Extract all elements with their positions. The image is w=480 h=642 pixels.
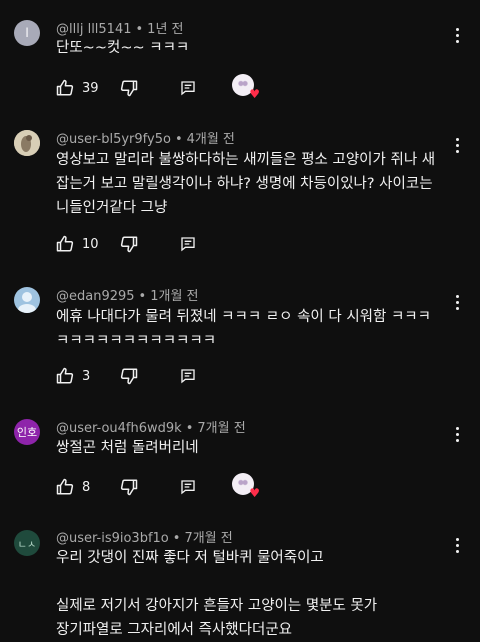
comment-time[interactable]: 7개월 전 [197,421,245,436]
reply-button[interactable] [180,364,196,388]
like-count: 10 [82,236,99,252]
comment-text: 쌍절곤 처럼 돌려버리네 [56,440,199,456]
avatar-image-icon [14,130,40,156]
reply-icon [181,480,195,495]
like-count: 8 [82,479,91,495]
reply-button[interactable] [180,232,196,256]
comment-meta: @user-is9io3bf1o • 7개월 전 [56,531,233,546]
dislike-button[interactable] [120,232,138,256]
comment-meta: @user-bl5yr9fy5o • 4개월 전 [56,132,235,147]
default-user-icon [18,292,36,313]
avatar-letter: l [25,26,29,40]
comment-author[interactable]: @user-is9io3bf1o [56,531,169,546]
like-button[interactable]: 8 [56,475,90,499]
thumbs-down-icon [120,236,138,253]
dislike-button[interactable] [120,364,138,388]
reply-icon [181,81,195,96]
comment-author[interactable]: @user-bl5yr9fy5o [56,132,171,147]
dislike-button[interactable] [120,475,138,499]
comment-meta: @user-ou4fh6wd9k • 7개월 전 [56,421,246,436]
creator-heart-icon: ♥ [232,473,260,499]
avatar[interactable]: 인호 [14,419,40,445]
thumbs-down-icon [120,80,138,97]
thumbs-up-icon [56,79,74,96]
comment-author[interactable]: @user-ou4fh6wd9k [56,421,182,436]
comment-actions: 3 [56,364,476,388]
comment-time[interactable]: 4개월 전 [187,132,235,147]
reply-icon [181,237,195,252]
like-count: 3 [82,368,91,384]
thumbs-up-icon [56,478,74,495]
avatar-letter: ㄴㅅ [17,539,37,551]
comment-meta: @lllj lll5141 • 1년 전 [56,22,184,37]
avatar[interactable]: ㄴㅅ [14,530,40,556]
more-vert-icon[interactable] [448,423,466,445]
comment-time[interactable]: 7개월 전 [184,531,232,546]
comment-meta: @edan9295 • 1개월 전 [56,289,199,304]
reply-icon [181,369,195,384]
thumbs-down-icon [120,479,138,496]
like-button[interactable]: 39 [56,76,99,100]
avatar[interactable] [14,287,40,313]
creator-heart-icon: ♥ [232,74,260,100]
like-count: 39 [82,80,99,96]
more-vert-icon[interactable] [448,24,466,46]
comment-actions: 10 [56,232,476,256]
avatar[interactable] [14,130,40,156]
like-button[interactable]: 3 [56,364,90,388]
comment-text: 우리 갓댕이 진짜 좋다 저 털바퀴 물어죽이고 실제로 저기서 강아지가 흔들… [56,550,378,638]
thumbs-up-icon [56,367,74,384]
avatar[interactable]: l [14,20,40,46]
comment-author[interactable]: @edan9295 [56,289,135,304]
more-vert-icon[interactable] [448,534,466,556]
reply-button[interactable] [180,76,196,100]
avatar-letter: 인호 [16,426,38,439]
thumbs-up-icon [56,235,74,252]
comment-time[interactable]: 1년 전 [147,22,183,37]
dislike-button[interactable] [120,76,138,100]
comment-text: 영상보고 말리라 불쌍하다하는 새끼들은 평소 고양이가 쥐나 새 잡는거 보고… [56,152,440,216]
reply-button[interactable] [180,475,196,499]
thumbs-down-icon [120,368,138,385]
comment-text: 에휴 나대다가 물려 뒤졌네 ㅋㅋㅋ ㄹㅇ 속이 다 시워함 ㅋㅋㅋ ㅋㅋㅋㅋㅋ… [56,309,436,349]
comment-actions: 8 ♥ [56,473,476,499]
more-vert-icon[interactable] [448,134,466,156]
like-button[interactable]: 10 [56,232,99,256]
more-vert-icon[interactable] [448,291,466,313]
comment-time[interactable]: 1개월 전 [150,289,198,304]
comment-actions: 39 ♥ [56,74,476,100]
comment-author[interactable]: @lllj lll5141 [56,22,132,37]
comment-text: 단또~~컷~~ ㅋㅋㅋ [56,40,190,56]
